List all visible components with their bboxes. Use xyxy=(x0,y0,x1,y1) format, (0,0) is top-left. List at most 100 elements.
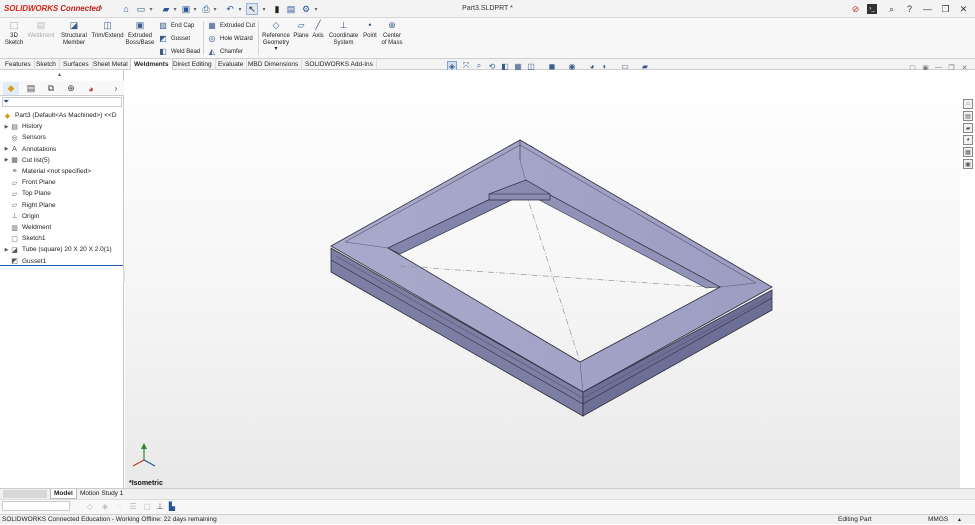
bottom-tab-motion-study-1[interactable]: Motion Study 1 xyxy=(77,489,126,499)
plane-button[interactable]: ▱ Plane xyxy=(293,20,309,40)
units-icon[interactable]: ⊥ xyxy=(155,501,165,511)
weldment-icon: ▥ xyxy=(11,224,18,232)
cutlist-icon: ▦ xyxy=(11,157,18,165)
tree-item[interactable]: ▶ ◪ Tube (square) 20 X 20 X 2.0(1) xyxy=(0,244,124,255)
end-cap-button[interactable]: ▨ End Cap xyxy=(158,20,194,31)
feature-manager-tab-icon[interactable]: ◆ xyxy=(3,82,19,95)
tree-item[interactable]: ▶ A Annotations xyxy=(0,144,124,155)
tree-item[interactable]: ▱ Front Plane xyxy=(0,177,124,188)
trim-extend-button[interactable]: ◫ Trim/Extend xyxy=(91,20,124,40)
graphics-area[interactable] xyxy=(125,70,960,488)
chamfer-button[interactable]: ◭ Chamfer xyxy=(207,46,243,57)
tab-direct-editing[interactable]: Direct Editing xyxy=(170,59,216,70)
tree-item-label: Gusset1 xyxy=(22,257,47,265)
solidworks-resources-icon[interactable]: ⌂ xyxy=(963,99,973,109)
tree-item[interactable]: ▶ ▤ History xyxy=(0,121,124,132)
search-icon[interactable]: ⌕ xyxy=(885,3,898,15)
3d-sketch-button[interactable]: ⬚ 3D Sketch xyxy=(3,20,25,46)
appearances-icon[interactable]: ▦ xyxy=(963,147,973,157)
coordinate-system-button[interactable]: ⊥ Coordinate System xyxy=(328,20,359,46)
extruded-cut-icon: ▦ xyxy=(208,21,216,30)
expand-arrow-icon[interactable]: ▶ xyxy=(3,146,10,152)
structural-member-label: Structural Member xyxy=(61,33,87,46)
weldment-label: Weldment xyxy=(27,33,55,39)
center-of-mass-label: Center of Mass xyxy=(381,33,403,46)
view-palette-icon[interactable]: ◕ xyxy=(963,135,973,145)
tab-evaluate[interactable]: Evaluate xyxy=(215,59,248,70)
property-manager-tab-icon[interactable]: ▤ xyxy=(23,82,39,95)
tree-item[interactable]: ◎ Sensors xyxy=(0,132,124,143)
sketch-tool-icon[interactable]: ◈ xyxy=(100,501,110,511)
gusset-button[interactable]: ◩ Gusset xyxy=(158,33,190,44)
help-icon[interactable]: ? xyxy=(903,3,916,15)
tree-item[interactable]: ▱ Top Plane xyxy=(0,188,124,199)
custom-properties-icon[interactable]: ▣ xyxy=(963,159,973,169)
viewport-close-icon[interactable]: ✕ xyxy=(960,63,969,72)
dimxpert-manager-tab-icon[interactable]: ⊕ xyxy=(63,82,79,95)
configuration-manager-tab-icon[interactable]: ⧉ xyxy=(43,82,59,95)
tab-solidworks-add-ins[interactable]: SOLIDWORKS Add-Ins xyxy=(302,59,377,70)
tree-item[interactable]: ▥ Weldment xyxy=(0,222,124,233)
file-explorer-icon[interactable]: ▰ xyxy=(963,123,973,133)
axis-button[interactable]: ╱ Axis xyxy=(311,20,325,40)
tree-item[interactable]: ◆ Part3 (Default<As Machined>) <<D xyxy=(0,110,124,121)
end-cap-label: End Cap xyxy=(171,22,195,29)
tab-features[interactable]: Features xyxy=(2,59,35,70)
tab-scroll-controls[interactable] xyxy=(3,490,47,498)
display-toggle-icon[interactable]: ▢ xyxy=(142,501,152,511)
plane-label: Plane xyxy=(293,33,309,39)
tree-item[interactable]: ▱ Right Plane xyxy=(0,200,124,211)
center-of-mass-button[interactable]: ⊕ Center of Mass xyxy=(381,20,403,46)
tab-surfaces[interactable]: Surfaces xyxy=(60,59,93,70)
tree-item[interactable]: ⊥ Origin xyxy=(0,211,124,222)
reference-geometry-dropdown-icon[interactable]: ▾ xyxy=(274,46,277,53)
extruded-cut-label: Extruded Cut xyxy=(220,22,256,29)
expand-arrow-icon[interactable]: ▶ xyxy=(3,124,10,130)
command-search-icon[interactable]: ›_ xyxy=(867,4,877,14)
tree-item[interactable]: ▢ Sketch1 xyxy=(0,233,124,244)
tree-item-label: Right Plane xyxy=(22,201,56,209)
ribbon-separator xyxy=(203,21,204,55)
sketch-relation-icon[interactable]: ◇ xyxy=(85,501,95,511)
display-manager-tab-icon[interactable]: ◕ xyxy=(83,82,99,95)
expand-arrow-icon[interactable]: ▶ xyxy=(3,247,10,253)
tree-item-label: Annotations xyxy=(22,145,57,153)
point-button[interactable]: • Point xyxy=(362,20,378,40)
weld-bead-button[interactable]: ◧ Weld Bead xyxy=(158,46,200,57)
extruded-boss-button[interactable]: ▣ Extruded Boss/Base xyxy=(125,20,155,46)
tab-weldments[interactable]: Weldments xyxy=(130,59,173,70)
offline-status-icon[interactable]: ⊘ xyxy=(849,3,862,15)
tree-item-label: Top Plane xyxy=(22,190,51,198)
close-icon[interactable]: ✕ xyxy=(957,3,970,15)
weldment-frame-model xyxy=(132,139,773,467)
expand-arrow-icon[interactable]: ▶ xyxy=(3,157,10,163)
minimize-icon[interactable]: — xyxy=(921,3,934,15)
tree-item-label: Sketch1 xyxy=(22,235,46,243)
dimension-icon[interactable]: ▙ xyxy=(167,501,177,511)
design-library-icon[interactable]: ▤ xyxy=(963,111,973,121)
layer-icon[interactable]: ☰ xyxy=(128,501,138,511)
tree-item-label: Origin xyxy=(22,212,40,220)
reference-geometry-button[interactable]: ◇ Reference Geometry ▾ xyxy=(262,20,290,53)
restore-icon[interactable]: ❐ xyxy=(939,3,952,15)
tree-item[interactable]: ▶ ▦ Cut list(5) xyxy=(0,155,124,166)
weldment-button[interactable]: ▤ Weldment xyxy=(26,20,56,40)
structural-member-button[interactable]: ◪ Structural Member xyxy=(60,20,88,46)
more-tabs-icon[interactable]: › xyxy=(108,82,124,95)
collapse-panel-icon[interactable]: ▴ xyxy=(58,71,61,78)
extruded-cut-button[interactable]: ▦ Extruded Cut xyxy=(207,20,255,31)
bottom-tab-model[interactable]: Model xyxy=(50,489,77,499)
view-name-label: *Isometric xyxy=(129,480,163,487)
gusset-label: Gusset xyxy=(171,35,191,42)
tab-sheet-metal[interactable]: Sheet Metal xyxy=(90,59,132,70)
sketch-entity-icon[interactable]: ◌ xyxy=(114,501,124,511)
tree-item-label: Tube (square) 20 X 20 X 2.0(1) xyxy=(22,246,112,254)
tab-sketch[interactable]: Sketch xyxy=(33,59,60,70)
extruded-boss-label: Extruded Boss/Base xyxy=(125,33,155,46)
tree-item[interactable]: ≡ Material <not specified> xyxy=(0,166,124,177)
hole-wizard-button[interactable]: ◎ Hole Wizard xyxy=(207,33,253,44)
rollback-bar[interactable] xyxy=(0,265,123,266)
tree-filter-input[interactable] xyxy=(2,97,122,107)
tab-mbd-dimensions[interactable]: MBD Dimensions xyxy=(245,59,303,70)
bottom-search-field[interactable] xyxy=(2,501,70,511)
